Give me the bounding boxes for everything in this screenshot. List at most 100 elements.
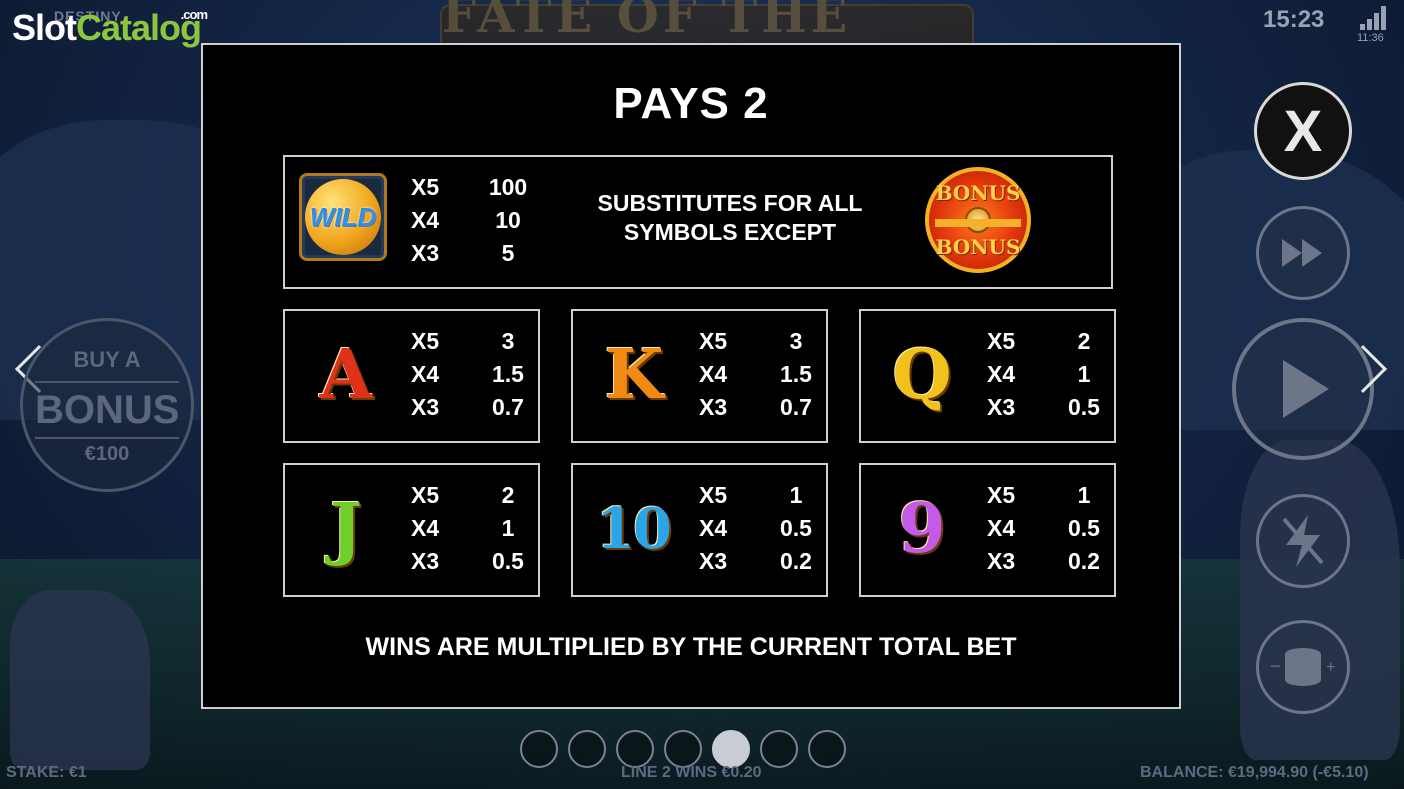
pay-value: 0.5 xyxy=(1068,515,1100,541)
symbol-10-icon: 10 xyxy=(583,479,683,579)
svg-text:+: + xyxy=(1326,659,1335,676)
close-button[interactable]: X xyxy=(1254,82,1352,180)
pay-row: X4 1 xyxy=(987,358,1119,391)
page-title: PAYS 2 xyxy=(613,79,769,128)
page-dot[interactable] xyxy=(664,730,702,768)
pay-row: X4 1.5 xyxy=(699,358,831,391)
spin-button[interactable] xyxy=(1232,318,1374,460)
buy-bonus-button[interactable]: BUY A BONUS €100 xyxy=(20,318,194,492)
wild-symbol-box: WILD X5 100 X4 10 X3 5 SUBSTITUTES FOR ALL … xyxy=(283,155,1113,289)
autoplay-button[interactable] xyxy=(1256,206,1350,300)
pay-row: X3 0.2 xyxy=(987,545,1119,578)
pay-value: 2 xyxy=(1077,328,1091,354)
bonus-shield-icon: BONUS BONUS xyxy=(925,167,1031,273)
pay-multiplier: X4 xyxy=(411,207,440,233)
symbol-glyph: K xyxy=(604,335,663,415)
pay-value: 10 xyxy=(495,207,521,233)
pay-list: X5 3 X4 1.5 X3 0.7 xyxy=(411,325,543,424)
page-dot[interactable] xyxy=(712,730,750,768)
stake-display: STAKE: €1 xyxy=(6,764,87,781)
pay-multiplier: X4 xyxy=(987,515,1016,541)
pay-multiplier: X3 xyxy=(411,394,440,420)
buy-bonus-line1: BUY A xyxy=(73,347,141,372)
pay-multiplier: X3 xyxy=(987,394,1016,420)
pay-value: 1 xyxy=(1077,482,1091,508)
pay-multiplier: X5 xyxy=(411,174,440,200)
coin-stack-icon: − + xyxy=(1270,648,1335,686)
turbo-button[interactable] xyxy=(1256,494,1350,588)
pay-row: X3 0.5 xyxy=(987,391,1119,424)
svg-text:−: − xyxy=(1270,656,1281,676)
wild-label: WILD xyxy=(305,179,381,255)
symbol-j-box: J X5 2 X4 1 X3 0.5 xyxy=(283,463,540,597)
lightning-off-icon xyxy=(1282,515,1324,567)
pay-row: X3 0.7 xyxy=(411,391,543,424)
background-rock xyxy=(1240,440,1400,760)
slotcatalog-watermark: SlotCatalog .com xyxy=(12,8,208,46)
symbol-9-box: 9 X5 1 X4 0.5 X3 0.2 xyxy=(859,463,1116,597)
pay-value: 1.5 xyxy=(780,361,812,387)
background-rock xyxy=(10,590,150,770)
pay-value: 5 xyxy=(501,240,515,266)
pay-row: X4 1.5 xyxy=(411,358,543,391)
last-win-display: LINE 2 WINS €0.20 xyxy=(621,764,762,781)
pay-multiplier: X5 xyxy=(411,482,440,508)
pay-multiplier: X5 xyxy=(699,328,728,354)
substitute-text: SUBSTITUTES FOR ALL SYMBOLS EXCEPT xyxy=(575,189,885,247)
stake-button[interactable]: − + xyxy=(1256,620,1350,714)
pay-row: X5 1 xyxy=(987,479,1119,512)
symbol-k-box: K X5 3 X4 1.5 X3 0.7 xyxy=(571,309,828,443)
pay-multiplier: X3 xyxy=(411,240,440,266)
play-icon xyxy=(1283,360,1329,418)
pay-row: X5 2 xyxy=(987,325,1119,358)
wild-pay-list: X5 100 X4 10 X3 5 xyxy=(411,171,543,270)
pay-multiplier: X5 xyxy=(411,328,440,354)
symbol-a-box: A X5 3 X4 1.5 X3 0.7 xyxy=(283,309,540,443)
pay-row: X5 3 xyxy=(699,325,831,358)
pay-value: 2 xyxy=(501,482,515,508)
symbol-glyph: Q xyxy=(892,335,951,415)
pay-row: X4 1 xyxy=(411,512,543,545)
pay-multiplier: X3 xyxy=(699,548,728,574)
pay-value: 0.2 xyxy=(1068,548,1100,574)
pay-row: X5 2 xyxy=(411,479,543,512)
pay-value: 100 xyxy=(488,174,528,200)
wild-symbol: WILD xyxy=(299,173,387,261)
pay-row: X4 0.5 xyxy=(699,512,831,545)
page-dot[interactable] xyxy=(808,730,846,768)
pay-multiplier: X4 xyxy=(699,361,728,387)
pay-row: X3 5 xyxy=(411,237,543,270)
fast-forward-icon xyxy=(1282,239,1322,267)
pay-value: 3 xyxy=(501,328,515,354)
watermark-suffix: .com xyxy=(180,7,208,22)
symbol-glyph: J xyxy=(329,489,362,569)
page-dot[interactable] xyxy=(616,730,654,768)
close-icon: X xyxy=(1283,98,1323,164)
bonus-label-top: BONUS xyxy=(935,181,1021,205)
pay-value: 0.7 xyxy=(780,394,812,420)
pay-multiplier: X5 xyxy=(987,482,1016,508)
page-dot[interactable] xyxy=(760,730,798,768)
pay-row: X3 0.2 xyxy=(699,545,831,578)
pay-multiplier: X3 xyxy=(411,548,440,574)
wild-icon: WILD xyxy=(299,173,387,261)
page-indicator xyxy=(520,730,846,768)
page-dot[interactable] xyxy=(520,730,558,768)
clock-time: 15:23 xyxy=(1263,6,1325,33)
paytable-panel: PAYS 2 WILD X5 100 X4 10 X3 5 SUBSTITUTES F… xyxy=(201,43,1181,709)
symbol-glyph: 9 xyxy=(898,489,945,569)
symbol-q-box: Q X5 2 X4 1 X3 0.5 xyxy=(859,309,1116,443)
clock-secondary: 11:36 xyxy=(1357,32,1384,44)
pay-list: X5 2 X4 1 X3 0.5 xyxy=(987,325,1119,424)
pay-multiplier: X4 xyxy=(411,361,440,387)
symbol-q-icon: Q xyxy=(871,325,971,425)
pay-list: X5 3 X4 1.5 X3 0.7 xyxy=(699,325,831,424)
signal-icon xyxy=(1360,6,1386,30)
pay-multiplier: X4 xyxy=(411,515,440,541)
pay-value: 3 xyxy=(789,328,803,354)
buy-bonus-line2: BONUS xyxy=(35,381,179,439)
page-dot[interactable] xyxy=(568,730,606,768)
pay-value: 0.5 xyxy=(780,515,812,541)
pay-list: X5 1 X4 0.5 X3 0.2 xyxy=(699,479,831,578)
symbol-a-icon: A xyxy=(295,325,395,425)
